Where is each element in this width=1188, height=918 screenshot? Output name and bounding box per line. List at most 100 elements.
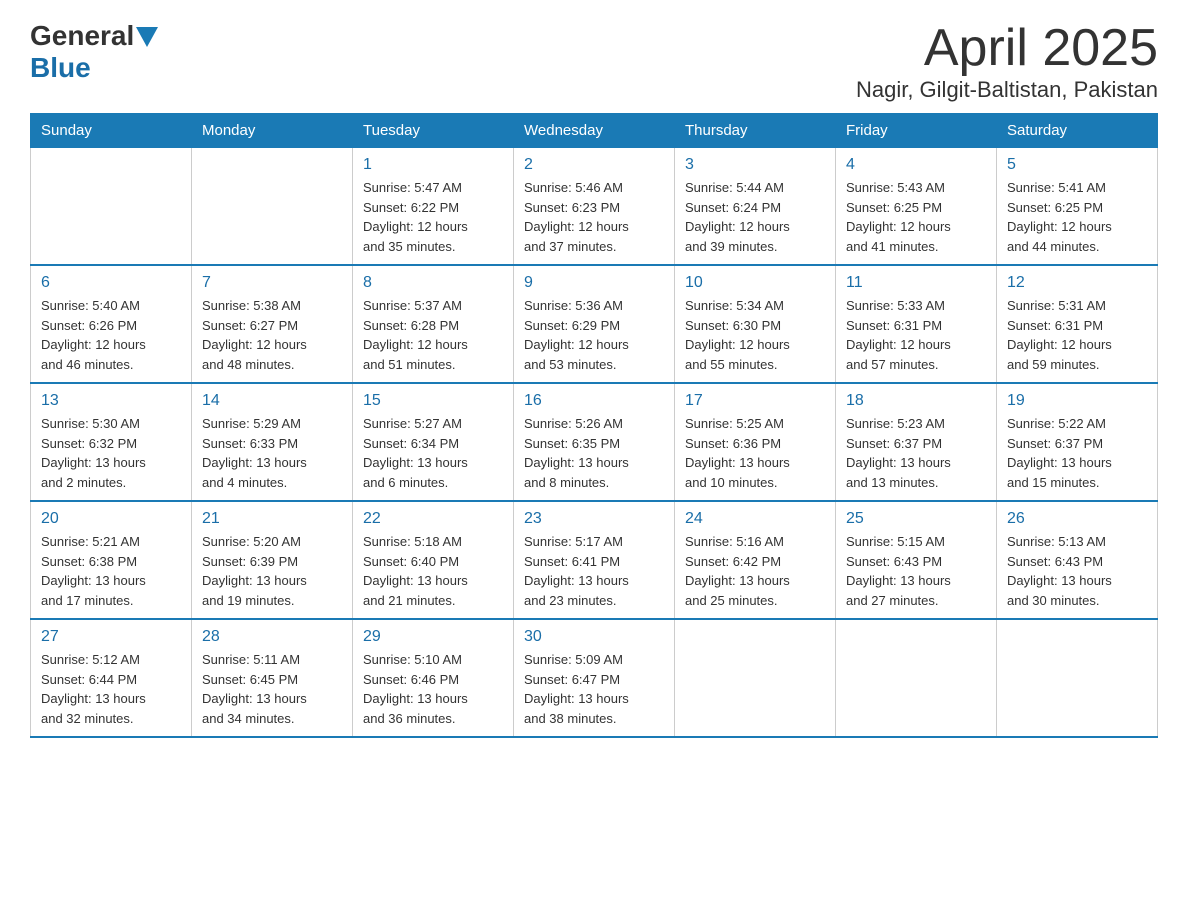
calendar-cell: 28 Sunrise: 5:11 AM Sunset: 6:45 PM Dayli… [192, 619, 353, 737]
day-info: Sunrise: 5:38 AM Sunset: 6:27 PM Dayligh… [202, 296, 342, 374]
calendar-week-row: 1 Sunrise: 5:47 AM Sunset: 6:22 PM Daylig… [31, 148, 1158, 266]
day-number: 12 [1007, 274, 1147, 292]
calendar-week-row: 13 Sunrise: 5:30 AM Sunset: 6:32 PM Dayli… [31, 383, 1158, 501]
calendar-cell: 4 Sunrise: 5:43 AM Sunset: 6:25 PM Daylig… [836, 148, 997, 266]
logo: General Blue [30, 20, 158, 84]
day-info: Sunrise: 5:21 AM Sunset: 6:38 PM Dayligh… [41, 532, 181, 610]
calendar-cell: 18 Sunrise: 5:23 AM Sunset: 6:37 PM Dayli… [836, 383, 997, 501]
day-number: 9 [524, 274, 664, 292]
day-info: Sunrise: 5:31 AM Sunset: 6:31 PM Dayligh… [1007, 296, 1147, 374]
day-number: 20 [41, 510, 181, 528]
calendar-cell: 23Sunrise: 5:17 AM Sunset: 6:41 PM Dayli… [514, 501, 675, 619]
day-number: 24 [685, 510, 825, 528]
calendar-cell: 2 Sunrise: 5:46 AM Sunset: 6:23 PM Daylig… [514, 148, 675, 266]
day-info: Sunrise: 5:27 AM Sunset: 6:34 PM Dayligh… [363, 414, 503, 492]
calendar-cell: 15 Sunrise: 5:27 AM Sunset: 6:34 PM Dayli… [353, 383, 514, 501]
calendar-cell: 24 Sunrise: 5:16 AM Sunset: 6:42 PM Dayli… [675, 501, 836, 619]
day-info: Sunrise: 5:16 AM Sunset: 6:42 PM Dayligh… [685, 532, 825, 610]
day-number: 30 [524, 628, 664, 646]
day-number: 8 [363, 274, 503, 292]
day-number: 4 [846, 156, 986, 174]
calendar-cell: 29Sunrise: 5:10 AM Sunset: 6:46 PM Dayli… [353, 619, 514, 737]
calendar-cell: 11Sunrise: 5:33 AM Sunset: 6:31 PM Dayli… [836, 265, 997, 383]
day-info: Sunrise: 5:10 AM Sunset: 6:46 PM Dayligh… [363, 650, 503, 728]
calendar-cell: 5Sunrise: 5:41 AM Sunset: 6:25 PM Daylig… [997, 148, 1158, 266]
day-number: 2 [524, 156, 664, 174]
day-info: Sunrise: 5:46 AM Sunset: 6:23 PM Dayligh… [524, 178, 664, 256]
day-number: 3 [685, 156, 825, 174]
day-number: 16 [524, 392, 664, 410]
day-info: Sunrise: 5:11 AM Sunset: 6:45 PM Dayligh… [202, 650, 342, 728]
calendar-cell: 12 Sunrise: 5:31 AM Sunset: 6:31 PM Dayli… [997, 265, 1158, 383]
day-number: 10 [685, 274, 825, 292]
day-info: Sunrise: 5:36 AM Sunset: 6:29 PM Dayligh… [524, 296, 664, 374]
day-number: 27 [41, 628, 181, 646]
day-number: 28 [202, 628, 342, 646]
calendar-cell: 7 Sunrise: 5:38 AM Sunset: 6:27 PM Daylig… [192, 265, 353, 383]
page-header: General Blue April 2025 Nagir, Gilgit-Ba… [30, 20, 1158, 103]
calendar-week-row: 20 Sunrise: 5:21 AM Sunset: 6:38 PM Dayli… [31, 501, 1158, 619]
weekday-header-sunday: Sunday [31, 114, 192, 148]
day-info: Sunrise: 5:25 AM Sunset: 6:36 PM Dayligh… [685, 414, 825, 492]
logo-general-text: General [30, 20, 134, 52]
day-number: 22 [363, 510, 503, 528]
day-number: 19 [1007, 392, 1147, 410]
day-number: 1 [363, 156, 503, 174]
calendar-cell: 26 Sunrise: 5:13 AM Sunset: 6:43 PM Dayli… [997, 501, 1158, 619]
calendar-cell: 25 Sunrise: 5:15 AM Sunset: 6:43 PM Dayli… [836, 501, 997, 619]
calendar-cell [675, 619, 836, 737]
day-number: 15 [363, 392, 503, 410]
day-number: 6 [41, 274, 181, 292]
day-info: Sunrise: 5:43 AM Sunset: 6:25 PM Dayligh… [846, 178, 986, 256]
calendar-cell: 13 Sunrise: 5:30 AM Sunset: 6:32 PM Dayli… [31, 383, 192, 501]
day-info: Sunrise: 5:22 AM Sunset: 6:37 PM Dayligh… [1007, 414, 1147, 492]
day-info: Sunrise: 5:47 AM Sunset: 6:22 PM Dayligh… [363, 178, 503, 256]
calendar-cell: 22 Sunrise: 5:18 AM Sunset: 6:40 PM Dayli… [353, 501, 514, 619]
day-number: 13 [41, 392, 181, 410]
calendar-cell: 14 Sunrise: 5:29 AM Sunset: 6:33 PM Dayli… [192, 383, 353, 501]
calendar-table: SundayMondayTuesdayWednesdayThursdayFrid… [30, 113, 1158, 738]
calendar-cell: 8 Sunrise: 5:37 AM Sunset: 6:28 PM Daylig… [353, 265, 514, 383]
day-info: Sunrise: 5:44 AM Sunset: 6:24 PM Dayligh… [685, 178, 825, 256]
page-title: April 2025 [856, 20, 1158, 77]
calendar-cell [31, 148, 192, 266]
logo-arrow-icon [136, 27, 158, 47]
calendar-cell: 9 Sunrise: 5:36 AM Sunset: 6:29 PM Daylig… [514, 265, 675, 383]
day-number: 21 [202, 510, 342, 528]
weekday-header-saturday: Saturday [997, 114, 1158, 148]
day-info: Sunrise: 5:26 AM Sunset: 6:35 PM Dayligh… [524, 414, 664, 492]
day-info: Sunrise: 5:18 AM Sunset: 6:40 PM Dayligh… [363, 532, 503, 610]
day-info: Sunrise: 5:41 AM Sunset: 6:25 PM Dayligh… [1007, 178, 1147, 256]
day-info: Sunrise: 5:23 AM Sunset: 6:37 PM Dayligh… [846, 414, 986, 492]
page-subtitle: Nagir, Gilgit-Baltistan, Pakistan [856, 77, 1158, 103]
day-info: Sunrise: 5:40 AM Sunset: 6:26 PM Dayligh… [41, 296, 181, 374]
day-info: Sunrise: 5:37 AM Sunset: 6:28 PM Dayligh… [363, 296, 503, 374]
day-info: Sunrise: 5:15 AM Sunset: 6:43 PM Dayligh… [846, 532, 986, 610]
day-info: Sunrise: 5:29 AM Sunset: 6:33 PM Dayligh… [202, 414, 342, 492]
calendar-cell: 6 Sunrise: 5:40 AM Sunset: 6:26 PM Daylig… [31, 265, 192, 383]
day-number: 25 [846, 510, 986, 528]
calendar-cell: 10 Sunrise: 5:34 AM Sunset: 6:30 PM Dayli… [675, 265, 836, 383]
calendar-cell [836, 619, 997, 737]
day-number: 14 [202, 392, 342, 410]
day-info: Sunrise: 5:33 AM Sunset: 6:31 PM Dayligh… [846, 296, 986, 374]
calendar-week-row: 6 Sunrise: 5:40 AM Sunset: 6:26 PM Daylig… [31, 265, 1158, 383]
weekday-header-thursday: Thursday [675, 114, 836, 148]
calendar-cell: 3 Sunrise: 5:44 AM Sunset: 6:24 PM Daylig… [675, 148, 836, 266]
title-block: April 2025 Nagir, Gilgit-Baltistan, Paki… [856, 20, 1158, 103]
day-number: 23 [524, 510, 664, 528]
calendar-cell [192, 148, 353, 266]
calendar-cell: 17Sunrise: 5:25 AM Sunset: 6:36 PM Dayli… [675, 383, 836, 501]
weekday-header-monday: Monday [192, 114, 353, 148]
day-info: Sunrise: 5:34 AM Sunset: 6:30 PM Dayligh… [685, 296, 825, 374]
day-number: 26 [1007, 510, 1147, 528]
calendar-week-row: 27Sunrise: 5:12 AM Sunset: 6:44 PM Dayli… [31, 619, 1158, 737]
calendar-cell: 27Sunrise: 5:12 AM Sunset: 6:44 PM Dayli… [31, 619, 192, 737]
day-info: Sunrise: 5:13 AM Sunset: 6:43 PM Dayligh… [1007, 532, 1147, 610]
calendar-cell: 19 Sunrise: 5:22 AM Sunset: 6:37 PM Dayli… [997, 383, 1158, 501]
day-number: 7 [202, 274, 342, 292]
day-info: Sunrise: 5:30 AM Sunset: 6:32 PM Dayligh… [41, 414, 181, 492]
calendar-cell: 30Sunrise: 5:09 AM Sunset: 6:47 PM Dayli… [514, 619, 675, 737]
weekday-header-wednesday: Wednesday [514, 114, 675, 148]
day-number: 18 [846, 392, 986, 410]
